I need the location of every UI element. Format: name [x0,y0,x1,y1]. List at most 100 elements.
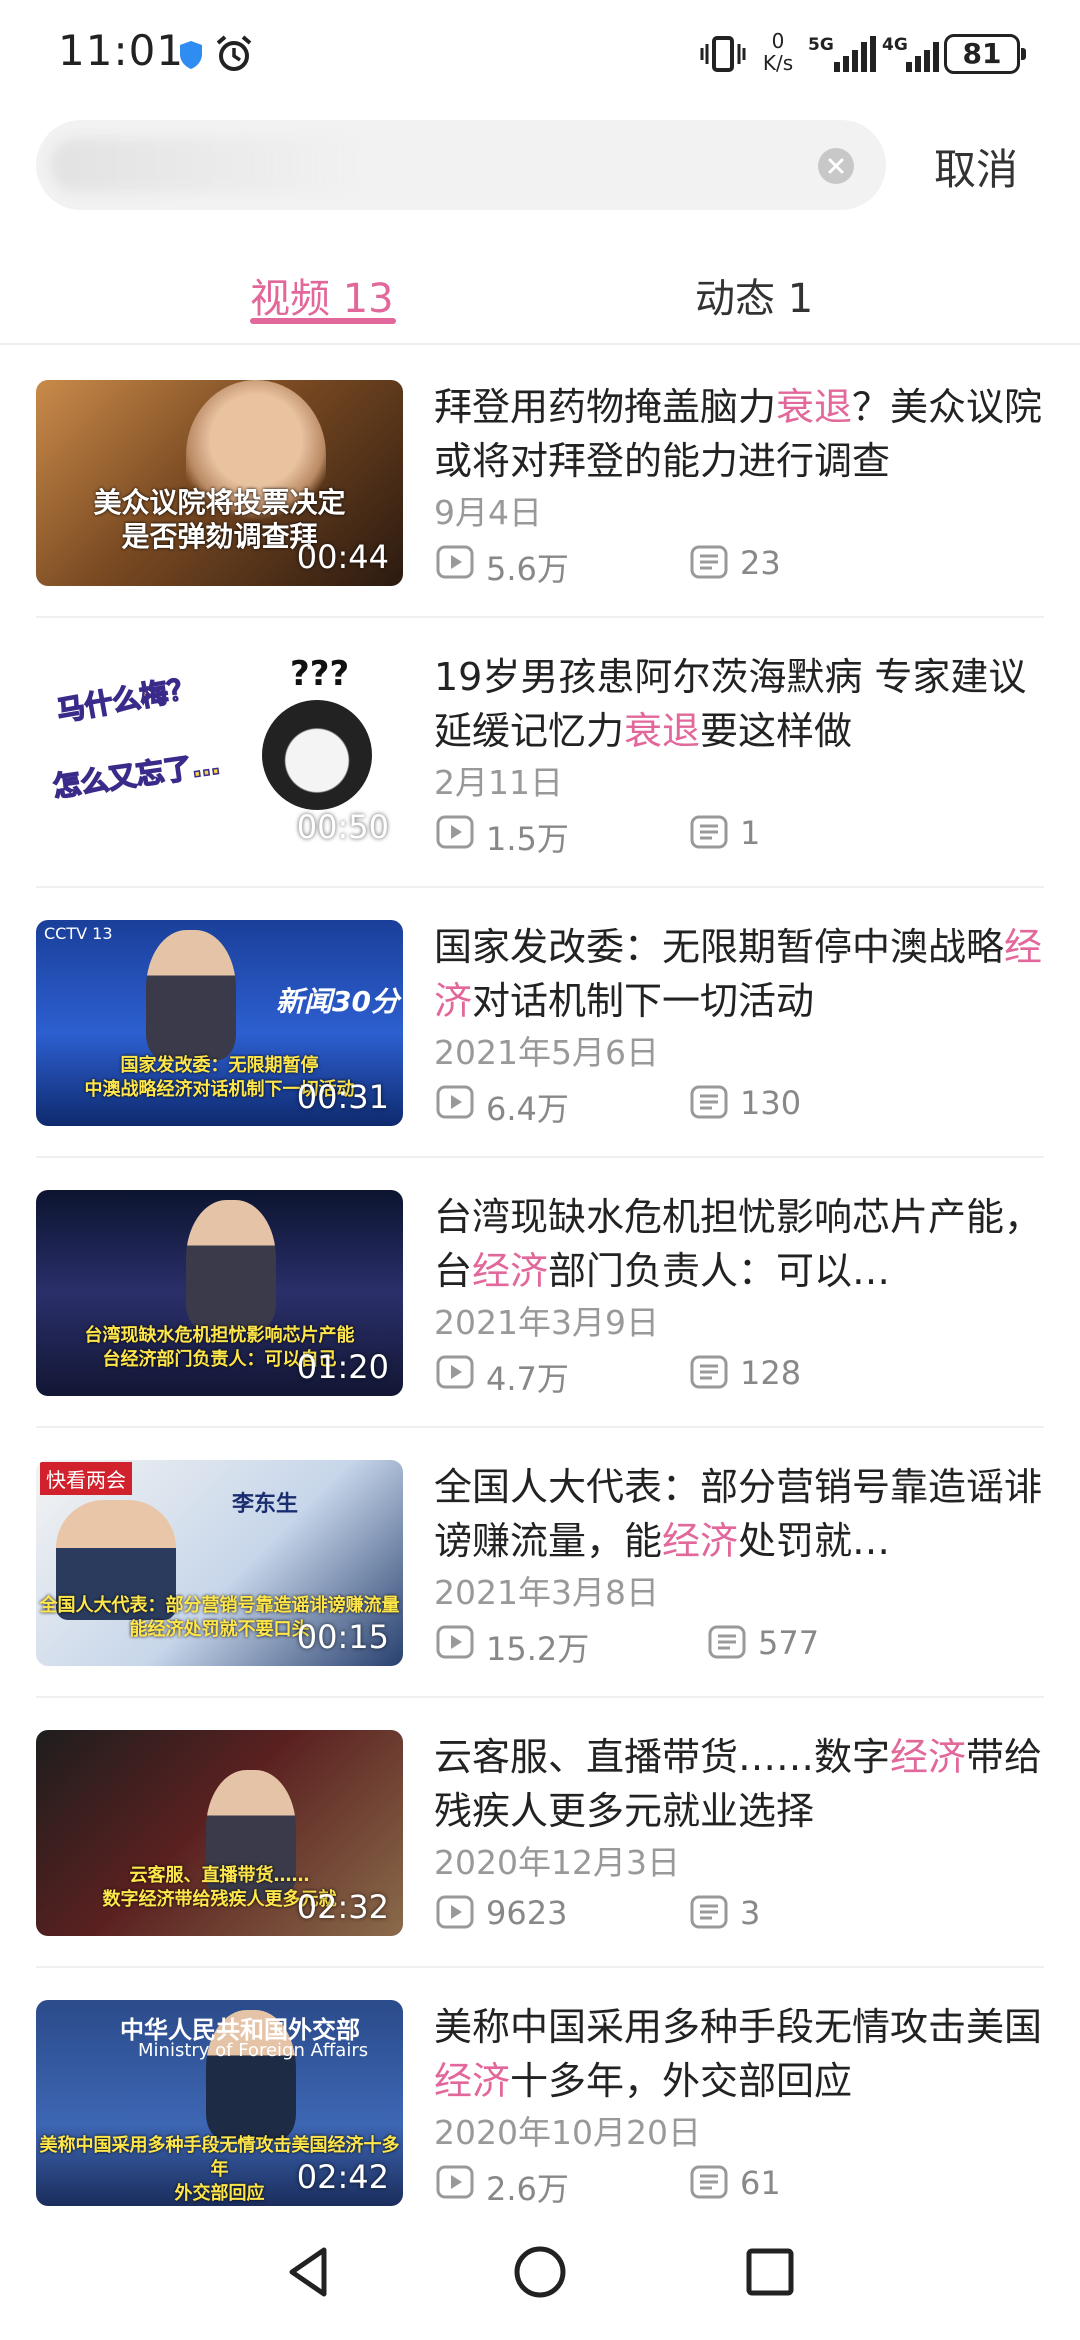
video-duration: 02:42 [296,2158,389,2196]
keyword-highlight: 经济 [434,2059,511,2103]
svg-text:5G: 5G [808,35,834,55]
video-date: 9月4日 [434,493,542,532]
list-divider [36,886,1044,888]
keyword-highlight: 衰退 [776,385,853,429]
result-item[interactable]: 美众议院将投票决定 是否弹劾调查拜 00:44 拜登用药物掩盖脑力衰退？美众议院或将对… [0,380,1080,650]
list-divider [36,616,1044,618]
keyword-highlight: 衰退 [624,709,701,753]
search-input[interactable] [36,120,886,210]
comment-count: 3 [740,1894,761,1932]
keyword-highlight: 经济 [662,1519,739,1563]
comment-count-icon [690,1895,728,1929]
tab-active-indicator [250,318,396,324]
play-count-icon [436,1625,474,1659]
play-count-icon [436,1085,474,1119]
video-thumbnail[interactable]: 台湾现缺水危机担忧影响芯片产能 台经济部门负责人：可以自己 01:20 [36,1190,403,1396]
home-icon[interactable] [512,2244,568,2300]
video-date: 2021年3月9日 [434,1303,659,1342]
thumbnail-caption: 李东生 [232,1492,299,1517]
thumbnail-caption: 怎么又忘了… [50,747,222,805]
comment-count: 577 [758,1624,820,1662]
list-divider [36,1696,1044,1698]
list-divider [36,1426,1044,1428]
thumbnail-caption: CCTV 13 [44,924,113,943]
view-count: 9623 [486,1894,568,1932]
list-divider [36,1156,1044,1158]
video-title[interactable]: 全国人大代表：部分营销号靠造谣诽谤赚流量，能经济处罚就… [434,1460,1046,1568]
view-count: 5.6万 [486,550,569,588]
comment-count-icon [708,1625,746,1659]
result-item[interactable]: 云客服、直播带货…… 数字经济带给残疾人更多元就 02:32 云客服、直播带货……数字… [0,1730,1080,2000]
tabs-divider [0,343,1080,345]
video-title[interactable]: 台湾现缺水危机担忧影响芯片产能，台经济部门负责人：可以… [434,1190,1046,1298]
video-title[interactable]: 19岁男孩患阿尔茨海默病 专家建议延缓记忆力衰退要这样做 [434,650,1046,758]
thumbnail-caption: 马什么梅？ [54,670,199,728]
comment-count-icon [690,2165,728,2199]
video-thumbnail[interactable]: 快看两会 李东生 全国人大代表：部分营销号靠造谣诽谤赚流量 能经济处罚就不要口头 00:… [36,1460,403,1666]
video-thumbnail[interactable]: 中华人民共和国外交部 Ministry of Foreign Affairs 美称中… [36,2000,403,2206]
view-count: 4.7万 [486,1360,569,1398]
comment-count: 128 [740,1354,802,1392]
comment-count-icon [690,1085,728,1119]
video-duration: 00:44 [296,538,389,576]
video-date: 2月11日 [434,763,563,802]
video-thumbnail[interactable]: 马什么梅？ 怎么又忘了…??? 00:50 [36,650,403,856]
play-count-icon [436,545,474,579]
video-date: 2020年10月20日 [434,2113,701,2152]
video-title[interactable]: 拜登用药物掩盖脑力衰退？美众议院或将对拜登的能力进行调查 [434,380,1046,488]
comment-count-icon [690,1355,728,1389]
comment-count: 23 [740,544,781,582]
view-count: 1.5万 [486,820,569,858]
video-title[interactable]: 美称中国采用多种手段无情攻击美国经济十多年，外交部回应 [434,2000,1046,2108]
tab-videos[interactable]: 视频 13 [250,266,394,324]
tab-posts[interactable]: 动态 1 [695,266,813,324]
keyword-highlight: 经济 [890,1735,967,1779]
recents-icon[interactable] [744,2246,796,2298]
result-item[interactable]: 马什么梅？ 怎么又忘了…??? 00:50 19岁男孩患阿尔茨海默病 专家建议延缓记忆… [0,650,1080,920]
keyword-highlight: 经济 [472,1249,549,1293]
video-thumbnail[interactable]: 云客服、直播带货…… 数字经济带给残疾人更多元就 02:32 [36,1730,403,1936]
meme-face [262,700,372,810]
clear-search-icon[interactable] [818,148,854,184]
video-thumbnail[interactable]: 美众议院将投票决定 是否弹劾调查拜 00:44 [36,380,403,586]
result-item[interactable]: 快看两会 李东生 全国人大代表：部分营销号靠造谣诽谤赚流量 能经济处罚就不要口头 00:… [0,1460,1080,1730]
play-count-icon [436,815,474,849]
thumbnail-caption: ??? [290,654,350,694]
system-nav-bar [0,2220,1080,2340]
view-count: 2.6万 [486,2170,569,2208]
video-duration: 00:50 [296,808,389,846]
play-count-icon [436,2165,474,2199]
video-duration: 02:32 [296,1888,389,1926]
result-item[interactable]: CCTV 13 新闻30分 国家发改委：无限期暂停 中澳战略经济对话机制下一切活动 00… [0,920,1080,1190]
video-date: 2021年3月8日 [434,1573,659,1612]
list-divider [36,1966,1044,1968]
status-time: 11:01 [58,26,185,75]
play-count-icon [436,1355,474,1389]
status-bar: 11:01 0 K/s 5G 4G 81 [0,0,1080,104]
search-query-blurred [50,138,370,192]
signal-5g-icon: 5G [808,35,876,72]
video-thumbnail[interactable]: CCTV 13 新闻30分 国家发改委：无限期暂停 中澳战略经济对话机制下一切活动 00… [36,920,403,1126]
comment-count-icon [690,815,728,849]
cancel-button[interactable]: 取消 [934,136,1018,197]
person-figure [146,930,236,1060]
alarm-clock-icon [216,35,252,71]
video-title[interactable]: 云客服、直播带货……数字经济带给残疾人更多元就业选择 [434,1730,1046,1838]
signal-4g-icon: 4G [882,35,939,72]
thumbnail-caption: Ministry of Foreign Affairs [138,2040,369,2061]
view-count: 15.2万 [486,1630,590,1668]
comment-count-icon [690,545,728,579]
thumbnail-caption: 快看两会 [40,1462,132,1495]
back-icon[interactable] [280,2242,340,2302]
keyword-highlight: 经济 [434,925,1043,1023]
video-title[interactable]: 国家发改委：无限期暂停中澳战略经济对话机制下一切活动 [434,920,1046,1028]
svg-text:4G: 4G [882,35,908,55]
network-speed: 0 K/s [762,29,794,75]
video-date: 2020年12月3日 [434,1843,680,1882]
shield-icon [180,41,202,69]
battery-indicator: 81 [944,34,1026,74]
person-figure [186,1200,276,1330]
result-item[interactable]: 台湾现缺水危机担忧影响芯片产能 台经济部门负责人：可以自己 01:20 台湾现缺水危机… [0,1190,1080,1460]
view-count: 6.4万 [486,1090,569,1128]
video-date: 2021年5月6日 [434,1033,659,1072]
